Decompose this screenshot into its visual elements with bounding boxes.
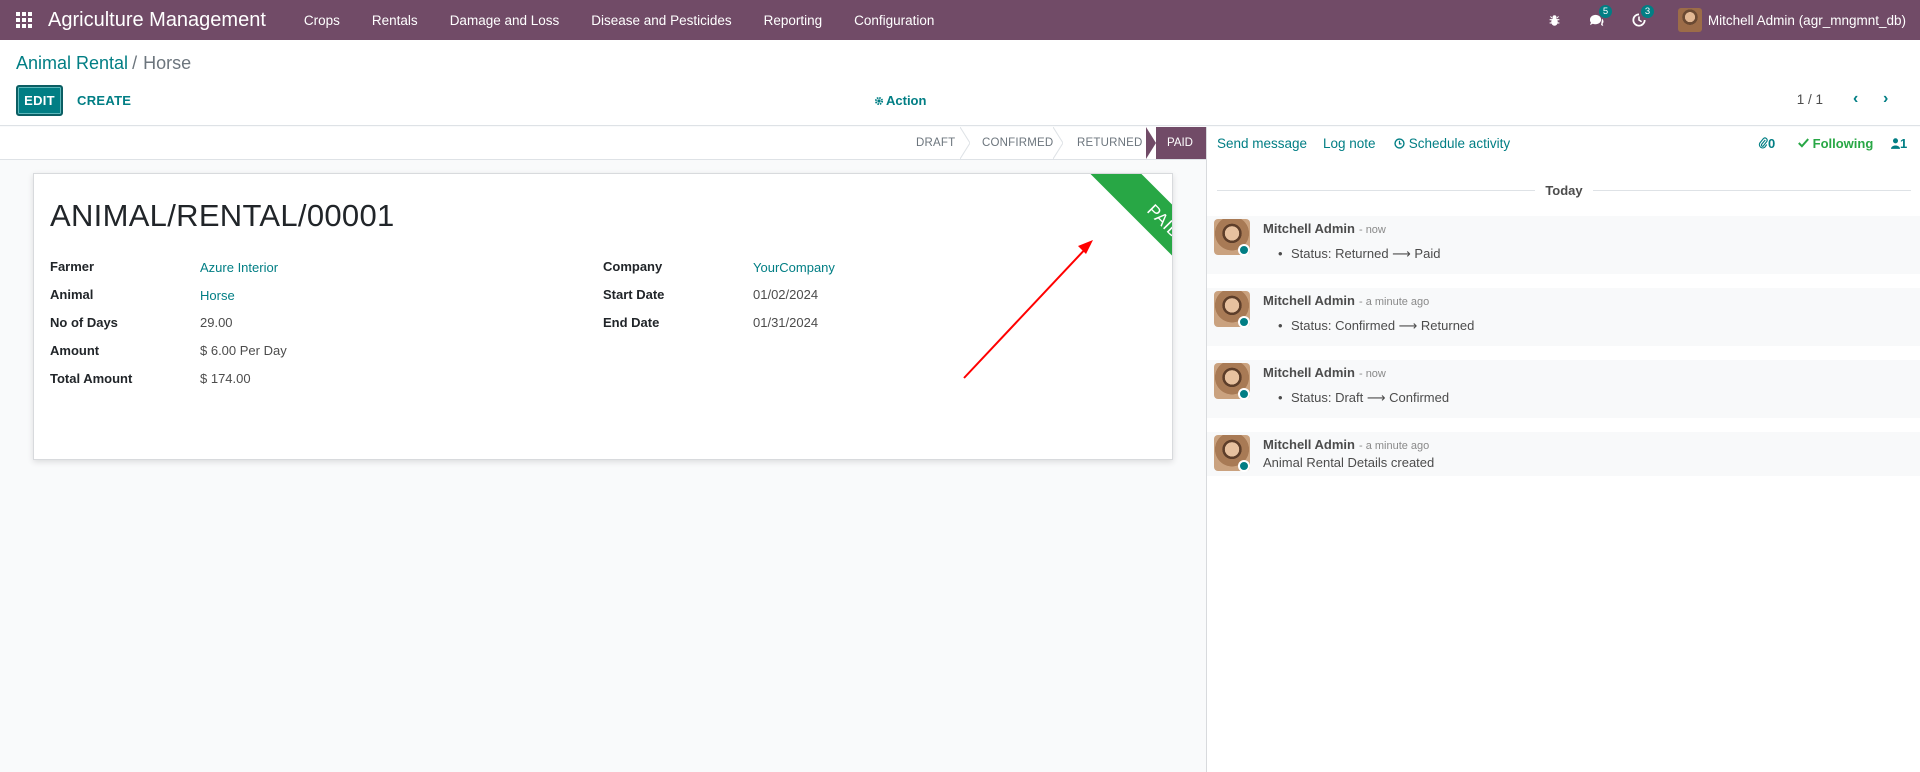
- debug-bug-icon[interactable]: [1534, 0, 1576, 40]
- chatter-message: Mitchell Admin- now Status: Draft ⟶ Conf…: [1207, 360, 1920, 418]
- create-button[interactable]: CREATE: [77, 93, 131, 108]
- apps-menu-icon[interactable]: [0, 0, 48, 40]
- followers-count: 1: [1900, 136, 1908, 151]
- online-status-icon: [1238, 316, 1250, 328]
- following-label: Following: [1812, 136, 1874, 151]
- send-message-button[interactable]: Send message: [1217, 136, 1307, 151]
- user-avatar: [1677, 8, 1702, 32]
- message-body: Animal Rental Details created: [1263, 455, 1435, 470]
- message-body: Status: Returned ⟶ Paid: [1278, 246, 1440, 262]
- message-date: - a minute ago: [1358, 296, 1430, 308]
- paperclip-icon: [1758, 137, 1768, 149]
- menu-disease-and-pesticides[interactable]: Disease and Pesticides: [575, 0, 747, 40]
- action-label: Action: [886, 93, 927, 108]
- animal-label: Animal: [50, 287, 94, 302]
- activities-badge: 3: [1640, 5, 1655, 18]
- menu-damage-and-loss[interactable]: Damage and Loss: [434, 0, 576, 40]
- chatter-topbar: Send message Log note Schedule activity …: [1207, 127, 1920, 160]
- total-amount-label: Total Amount: [50, 371, 133, 386]
- clock-icon: [1394, 138, 1405, 149]
- pager-previous-icon[interactable]: ‹: [1853, 90, 1858, 108]
- author-name[interactable]: Mitchell Admin: [1263, 221, 1355, 236]
- end-date-label: End Date: [603, 315, 660, 330]
- chatter-message: Mitchell Admin- a minute ago Status: Con…: [1207, 288, 1920, 346]
- user-icon: [1891, 138, 1900, 149]
- stage-separator-icon: [960, 127, 970, 159]
- status-bar: DRAFT CONFIRMED RETURNED PAID: [0, 127, 1206, 160]
- gear-icon: [874, 96, 884, 106]
- check-icon: [1798, 138, 1809, 148]
- user-menu[interactable]: Mitchell Admin (agr_mngmnt_db): [1660, 0, 1920, 40]
- chatter-message: Mitchell Admin- now Status: Returned ⟶ P…: [1207, 216, 1920, 274]
- author-name[interactable]: Mitchell Admin: [1263, 365, 1355, 380]
- stage-draft[interactable]: DRAFT: [916, 127, 955, 159]
- company-label: Company: [603, 259, 663, 274]
- stage-active-notch: [1146, 127, 1156, 159]
- menu-configuration[interactable]: Configuration: [838, 0, 950, 40]
- farmer-label: Farmer: [50, 259, 95, 274]
- today-label: Today: [1535, 183, 1593, 198]
- menu-rentals[interactable]: Rentals: [356, 0, 434, 40]
- breadcrumb-separator: /: [132, 53, 138, 73]
- following-button[interactable]: Following: [1798, 136, 1873, 151]
- messages-badge: 5: [1598, 5, 1613, 18]
- user-name: Mitchell Admin (agr_mngmnt_db): [1707, 12, 1906, 28]
- attachments-button[interactable]: 0: [1758, 136, 1775, 151]
- activities-clock-icon[interactable]: 3: [1618, 0, 1660, 40]
- action-button[interactable]: Action: [874, 93, 926, 108]
- record-title: ANIMAL/RENTAL/00001: [50, 198, 395, 233]
- total-amount-value: $ 174.00: [200, 371, 251, 386]
- chatter-message: Mitchell Admin - a minute ago Animal Rent…: [1207, 432, 1920, 476]
- message-author: Mitchell Admin - a minute ago: [1263, 437, 1429, 452]
- message-author: Mitchell Admin - now: [1263, 365, 1386, 380]
- company-value[interactable]: YourCompany: [753, 260, 835, 275]
- online-status-icon: [1238, 244, 1250, 256]
- menu-reporting[interactable]: Reporting: [748, 0, 839, 40]
- message-date: - now: [1358, 368, 1386, 380]
- start-date-label: Start Date: [603, 287, 665, 302]
- message-author: Mitchell Admin - now: [1263, 221, 1386, 236]
- top-navbar: Agriculture Management Crops Rentals Dam…: [0, 0, 1920, 40]
- app-brand[interactable]: Agriculture Management: [48, 9, 266, 32]
- log-note-button[interactable]: Log note: [1323, 136, 1376, 151]
- pager-counter[interactable]: 1 / 1: [1797, 92, 1823, 107]
- schedule-activity-button[interactable]: Schedule activity: [1394, 136, 1510, 151]
- amount-value: $ 6.00 Per Day: [200, 343, 287, 358]
- amount-label: Amount: [50, 343, 100, 358]
- start-date-value: 01/02/2024: [753, 287, 819, 302]
- no-of-days-label: No of Days: [50, 315, 118, 330]
- breadcrumb-current: Horse: [143, 53, 192, 73]
- stage-confirmed[interactable]: CONFIRMED: [982, 127, 1053, 159]
- message-date: - a minute ago: [1358, 440, 1430, 452]
- message-author: Mitchell Admin - a minute ago: [1263, 293, 1429, 308]
- end-date-value: 01/31/2024: [753, 315, 819, 330]
- online-status-icon: [1238, 388, 1250, 400]
- attachments-count: 0: [1768, 136, 1776, 151]
- stage-returned[interactable]: RETURNED: [1077, 127, 1143, 159]
- author-name[interactable]: Mitchell Admin: [1263, 293, 1355, 308]
- edit-button[interactable]: EDIT: [16, 85, 63, 116]
- farmer-value[interactable]: Azure Interior: [200, 260, 278, 275]
- chatter-panel: Send message Log note Schedule activity …: [1206, 127, 1920, 772]
- control-panel: Animal Rental / Horse EDIT CREATE Action 1…: [0, 40, 1920, 126]
- animal-value[interactable]: Horse: [200, 288, 235, 303]
- messages-icon[interactable]: 5: [1576, 0, 1618, 40]
- online-status-icon: [1238, 460, 1250, 472]
- breadcrumb: Animal Rental / Horse: [16, 53, 191, 74]
- message-body: Status: Confirmed ⟶ Returned: [1278, 318, 1474, 334]
- menu-crops[interactable]: Crops: [288, 0, 356, 40]
- breadcrumb-parent[interactable]: Animal Rental: [16, 53, 128, 73]
- stage-separator-icon: [1053, 127, 1063, 159]
- annotation-arrow-icon: [963, 240, 1093, 379]
- message-date: - now: [1358, 224, 1386, 236]
- message-body: Status: Draft ⟶ Confirmed: [1278, 390, 1449, 406]
- followers-button[interactable]: 1: [1891, 136, 1907, 151]
- schedule-activity-label: Schedule activity: [1408, 136, 1511, 151]
- author-name[interactable]: Mitchell Admin: [1263, 437, 1355, 452]
- no-of-days-value: 29.00: [200, 315, 233, 330]
- pager-next-icon[interactable]: ›: [1883, 90, 1888, 108]
- divider-right: [1593, 190, 1911, 191]
